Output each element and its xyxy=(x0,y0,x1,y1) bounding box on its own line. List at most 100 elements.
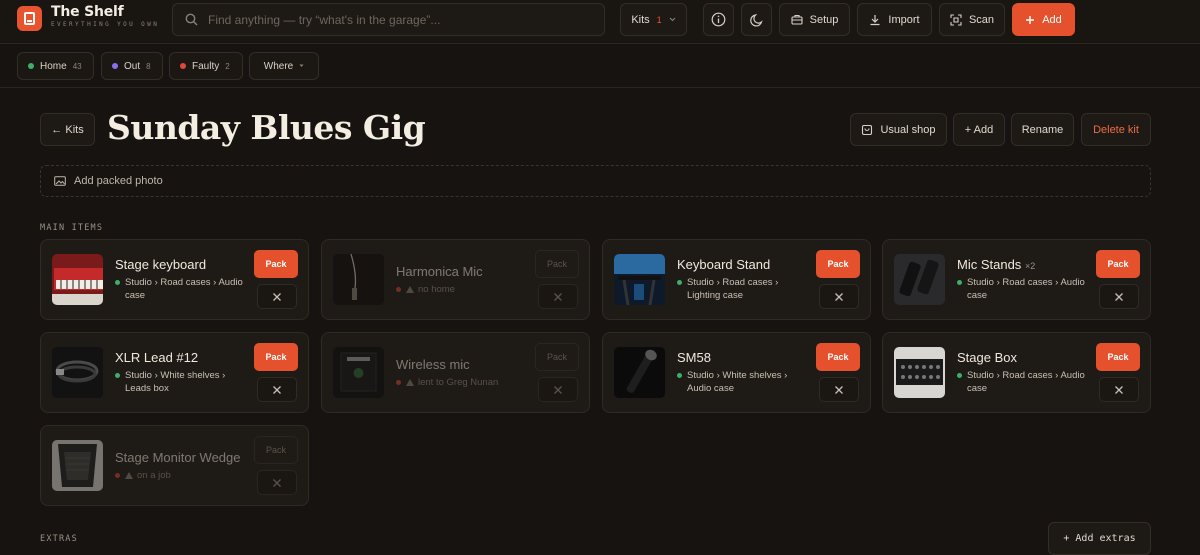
item-card[interactable]: XLR Lead #12 Studio › White shelves › Le… xyxy=(40,332,309,413)
rename-label: Rename xyxy=(1021,123,1064,136)
item-location-text: Studio › White shelves › Audio case xyxy=(687,370,788,394)
info-icon xyxy=(711,12,726,27)
rename-button[interactable]: Rename xyxy=(1011,113,1074,146)
close-icon xyxy=(273,292,281,301)
pack-button[interactable]: Pack xyxy=(1096,343,1140,371)
filter-count: 8 xyxy=(146,61,151,71)
item-location: Studio › Road cases › Audio case xyxy=(957,276,1085,302)
home-status-dot xyxy=(115,280,120,285)
item-location: no home xyxy=(396,283,524,296)
item-location: Studio › Road cases › Audio case xyxy=(115,276,243,302)
item-thumbnail xyxy=(614,347,665,398)
remove-item-button[interactable] xyxy=(1099,284,1139,309)
remove-item-button[interactable] xyxy=(257,284,297,309)
remove-item-button[interactable] xyxy=(538,377,578,402)
item-name: SM58 xyxy=(677,350,711,365)
item-thumbnail xyxy=(52,440,103,491)
pack-button[interactable]: Pack xyxy=(535,343,579,371)
search-box[interactable] xyxy=(172,3,605,36)
shop-icon xyxy=(862,124,873,135)
item-card[interactable]: Wireless mic lent to Greg Nunan Pack xyxy=(321,332,590,413)
image-icon xyxy=(54,176,66,186)
item-thumbnail xyxy=(52,347,103,398)
scan-button[interactable]: Scan xyxy=(939,3,1005,36)
search-input[interactable] xyxy=(208,12,598,27)
warning-icon xyxy=(125,472,133,479)
usual-shop-button[interactable]: Usual shop xyxy=(850,113,947,146)
remove-item-button[interactable] xyxy=(1099,377,1139,402)
add-item-button[interactable]: + Add xyxy=(953,113,1005,146)
download-icon xyxy=(870,14,880,25)
close-icon xyxy=(835,292,843,301)
shelf-logo-icon[interactable] xyxy=(17,6,42,31)
top-bar: The Shelf EVERYTHING YOU OWN Kits 1 Setu… xyxy=(0,0,1200,44)
item-location-text: Studio › Road cases › Audio case xyxy=(967,370,1085,394)
add-button[interactable]: Add xyxy=(1012,3,1075,36)
setup-button[interactable]: Setup xyxy=(779,3,850,36)
pack-button[interactable]: Pack xyxy=(816,250,860,278)
item-card[interactable]: Harmonica Mic no home Pack xyxy=(321,239,590,320)
filter-home[interactable]: Home 43 xyxy=(17,52,94,80)
item-card[interactable]: Keyboard Stand Studio › Road cases › Lig… xyxy=(602,239,871,320)
add-extras-button[interactable]: + Add extras xyxy=(1048,522,1151,555)
home-status-dot xyxy=(677,373,682,378)
item-card[interactable]: SM58 Studio › White shelves › Audio case… xyxy=(602,332,871,413)
warning-icon xyxy=(406,379,414,386)
item-name-text: Stage Box xyxy=(957,350,1017,365)
filter-where[interactable]: Where xyxy=(249,52,319,80)
filter-out[interactable]: Out 8 xyxy=(101,52,163,80)
filter-faulty[interactable]: Faulty 2 xyxy=(169,52,243,80)
item-location: Studio › White shelves › Audio case xyxy=(677,369,805,395)
back-to-kits-button[interactable]: ← Kits xyxy=(40,113,95,146)
item-location-text: Studio › Road cases › Audio case xyxy=(967,277,1085,301)
item-name-text: Stage keyboard xyxy=(115,257,207,272)
pack-button[interactable]: Pack xyxy=(816,343,860,371)
remove-item-button[interactable] xyxy=(257,377,297,402)
remove-item-button[interactable] xyxy=(819,284,859,309)
add-packed-photo-button[interactable]: Add packed photo xyxy=(40,165,1151,197)
pack-button[interactable]: Pack xyxy=(1096,250,1140,278)
item-card[interactable]: Stage keyboard Studio › Road cases › Aud… xyxy=(40,239,309,320)
item-location-text: Studio › Road cases › Lighting case xyxy=(687,277,779,301)
home-status-dot xyxy=(115,373,120,378)
filter-label: Faulty xyxy=(192,60,220,72)
item-card[interactable]: Stage Box Studio › Road cases › Audio ca… xyxy=(882,332,1151,413)
pack-button[interactable]: Pack xyxy=(254,250,298,278)
close-icon xyxy=(1115,292,1123,301)
moon-icon xyxy=(749,13,763,27)
faulty-status-dot xyxy=(396,287,401,292)
page-title: Sunday Blues Gig xyxy=(107,108,426,147)
item-quantity: ×2 xyxy=(1024,261,1036,271)
toolbox-icon xyxy=(791,14,803,25)
remove-item-button[interactable] xyxy=(819,377,859,402)
info-button[interactable] xyxy=(703,3,734,36)
remove-item-button[interactable] xyxy=(538,284,578,309)
item-location-text: on a job xyxy=(137,470,171,481)
extras-heading: EXTRAS xyxy=(40,534,78,544)
item-name-text: Keyboard Stand xyxy=(677,257,771,272)
item-card[interactable]: Stage Monitor Wedge on a job Pack xyxy=(40,425,309,506)
item-card[interactable]: Mic Stands ×2 Studio › Road cases › Audi… xyxy=(882,239,1151,320)
filter-count: 2 xyxy=(225,61,230,71)
item-name: Keyboard Stand xyxy=(677,257,770,272)
home-status-dot xyxy=(957,373,962,378)
faulty-status-dot xyxy=(115,473,120,478)
item-name-text: Stage Monitor Wedge xyxy=(115,450,241,465)
remove-item-button[interactable] xyxy=(257,470,297,495)
add-item-label: + Add xyxy=(964,123,994,136)
import-button[interactable]: Import xyxy=(857,3,932,36)
kits-button[interactable]: Kits 1 xyxy=(620,3,687,36)
app-name: The Shelf xyxy=(51,4,124,20)
pack-button[interactable]: Pack xyxy=(254,343,298,371)
delete-kit-button[interactable]: Delete kit xyxy=(1081,113,1151,146)
main-items-heading: MAIN ITEMS xyxy=(40,223,104,233)
scan-label: Scan xyxy=(968,13,995,26)
out-status-dot xyxy=(112,63,118,69)
item-name: Stage Box xyxy=(957,350,1017,365)
pack-button[interactable]: Pack xyxy=(535,250,579,278)
app-tagline: EVERYTHING YOU OWN xyxy=(51,21,160,28)
scan-icon xyxy=(950,13,962,26)
pack-button[interactable]: Pack xyxy=(254,436,298,464)
theme-toggle-button[interactable] xyxy=(741,3,772,36)
plus-icon xyxy=(1026,15,1035,24)
